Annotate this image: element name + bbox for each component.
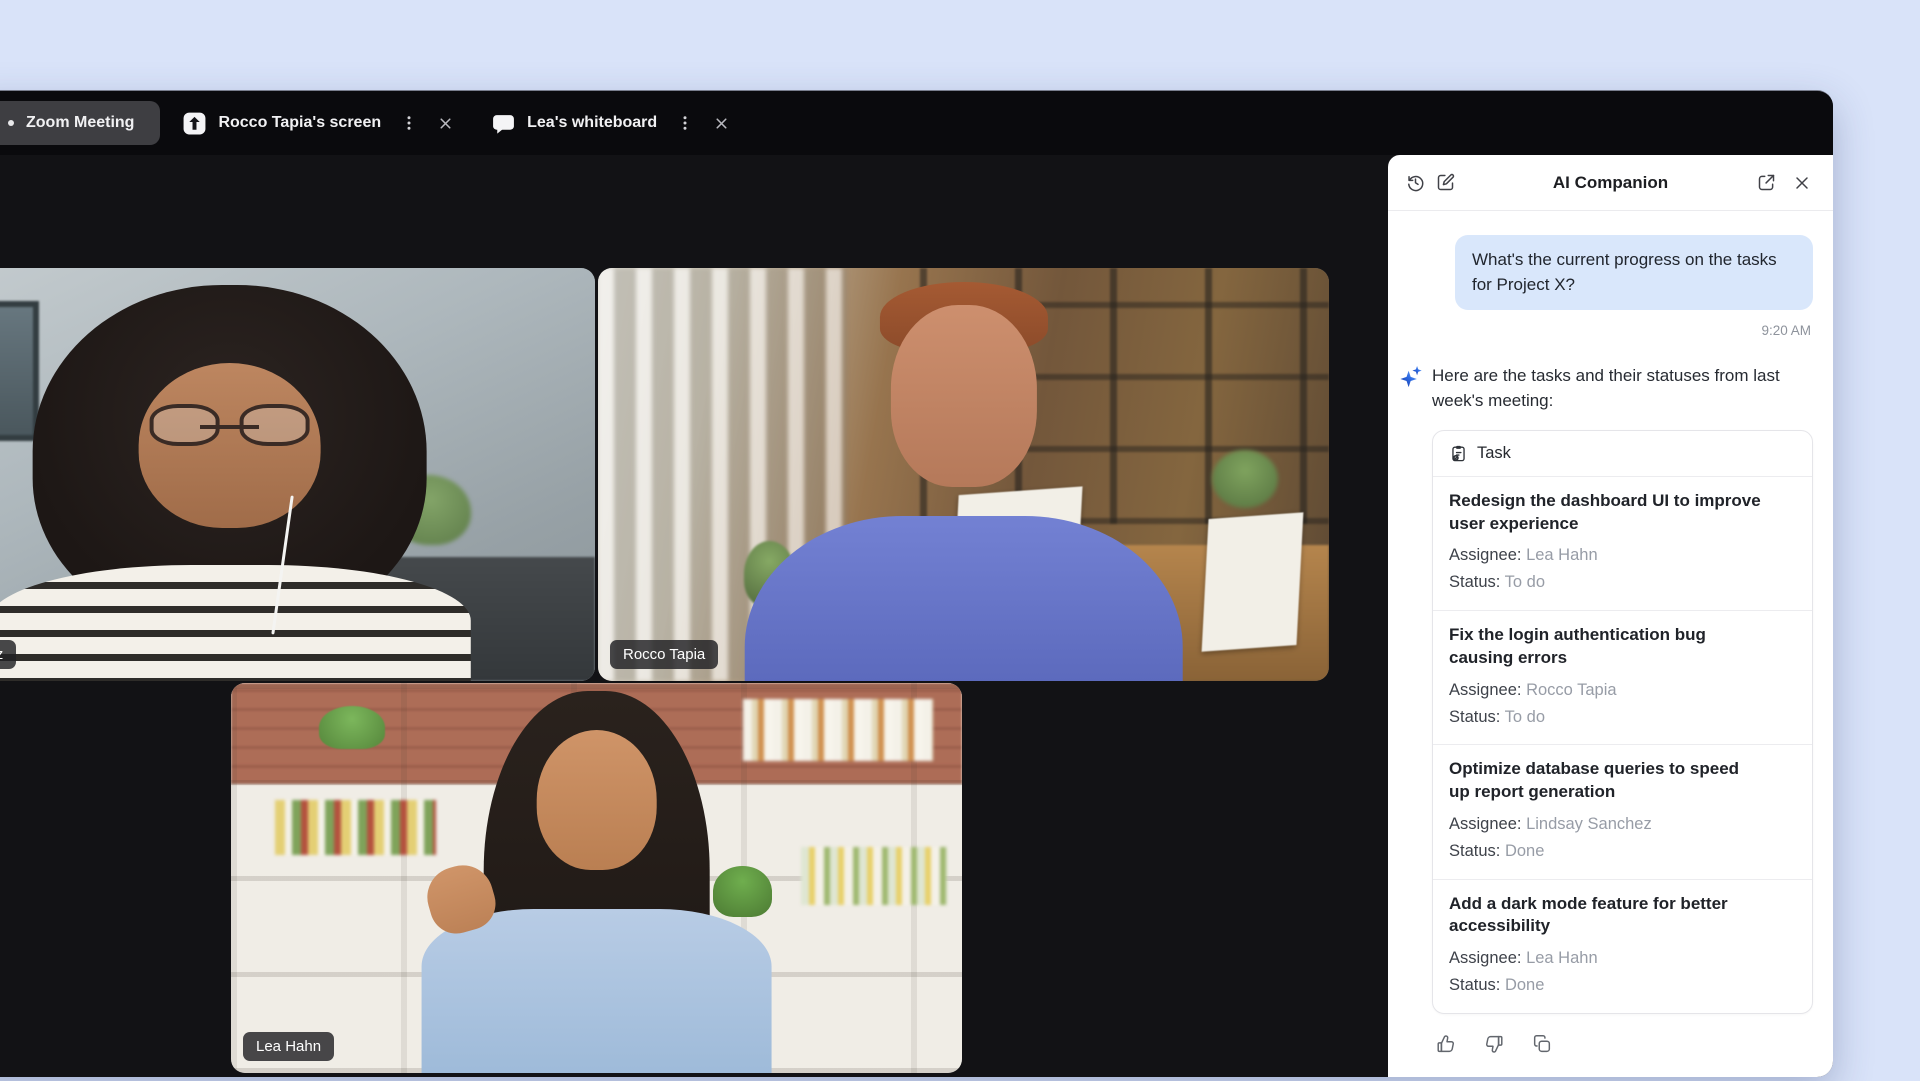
participant-name-badge: Rocco Tapia <box>610 640 718 669</box>
ai-response-text: Here are the tasks and their statuses fr… <box>1432 363 1784 413</box>
task-assignee-line: Assignee: Lea Hahn <box>1449 542 1796 569</box>
plant-decor <box>319 706 385 749</box>
tab-lea-whiteboard[interactable]: Lea's whiteboard <box>485 101 663 145</box>
task-assignee-line: Assignee: Lea Hahn <box>1449 945 1796 972</box>
task-item: Optimize database queries to speed up re… <box>1433 745 1812 879</box>
status-label: Status: <box>1449 708 1500 726</box>
assignee-value: Lea Hahn <box>1526 949 1598 967</box>
task-status-line: Status: Done <box>1449 838 1796 865</box>
participant-video-rocco: Rocco Tapia <box>598 268 1329 681</box>
participant-face <box>536 730 657 870</box>
participant-face <box>138 363 321 528</box>
books-decor <box>801 847 947 906</box>
task-title: Optimize database queries to speed up re… <box>1449 758 1761 804</box>
desktop: Zoom Meeting Rocco Tapia's screen <box>0 0 1920 1081</box>
wall-picture-frame <box>0 301 39 441</box>
task-assignee-line: Assignee: Lindsay Sanchez <box>1449 811 1796 838</box>
task-card-header: Task <box>1433 431 1812 477</box>
glasses-bridge <box>200 425 258 429</box>
status-label: Status: <box>1449 573 1500 591</box>
tab-group-lea-whiteboard: Lea's whiteboard <box>469 101 735 145</box>
zoom-app-window: Zoom Meeting Rocco Tapia's screen <box>0 90 1833 1077</box>
tab-lea-whiteboard-label: Lea's whiteboard <box>527 114 657 132</box>
floorplan-board-decor <box>1201 512 1303 652</box>
tab-rocco-screen-label: Rocco Tapia's screen <box>218 114 381 132</box>
participant-torso-striped-shirt <box>0 565 471 681</box>
ai-companion-panel: AI Companion What's the current progress… <box>1388 155 1833 1077</box>
task-assignee-line: Assignee: Rocco Tapia <box>1449 677 1796 704</box>
tab-zoom-meeting-label: Zoom Meeting <box>26 114 134 132</box>
assignee-value: Rocco Tapia <box>1526 681 1617 699</box>
tab-rocco-close-icon[interactable] <box>431 109 459 137</box>
task-title: Fix the login authentication bug causing… <box>1449 624 1761 670</box>
participant-torso-denim-shirt <box>421 909 772 1073</box>
task-item: Fix the login authentication bug causing… <box>1433 611 1812 745</box>
status-value: To do <box>1505 573 1545 591</box>
task-card-title: Task <box>1477 444 1511 463</box>
status-label: Status: <box>1449 842 1500 860</box>
screen-share-icon <box>182 111 207 136</box>
response-feedback-actions <box>1434 1032 1813 1056</box>
task-summary-card: Task Redesign the dashboard UI to improv… <box>1432 430 1813 1014</box>
task-item: Add a dark mode feature for better acces… <box>1433 880 1812 1013</box>
user-message-bubble: What's the current progress on the tasks… <box>1455 235 1813 310</box>
ai-response-row: Here are the tasks and their statuses fr… <box>1398 363 1813 413</box>
participant-name-badge: Lindsay Sanchez <box>0 640 16 669</box>
ai-panel-header-actions <box>1751 168 1817 198</box>
thumbs-down-icon[interactable] <box>1482 1032 1506 1056</box>
message-timestamp: 9:20 AM <box>1398 323 1811 338</box>
meeting-dot-icon <box>8 120 14 126</box>
tab-rocco-screen[interactable]: Rocco Tapia's screen <box>176 101 387 145</box>
task-status-line: Status: To do <box>1449 569 1796 596</box>
task-status-line: Status: Done <box>1449 972 1796 999</box>
tab-bar: Zoom Meeting Rocco Tapia's screen <box>0 91 1833 155</box>
ai-panel-header: AI Companion <box>1388 155 1833 211</box>
assignee-label: Assignee: <box>1449 546 1521 564</box>
assignee-label: Assignee: <box>1449 681 1521 699</box>
tab-group-rocco-screen: Rocco Tapia's screen <box>160 101 459 145</box>
task-status-line: Status: To do <box>1449 704 1796 731</box>
participant-torso-blue-shirt <box>744 516 1183 681</box>
task-title: Add a dark mode feature for better acces… <box>1449 893 1761 939</box>
whiteboard-icon <box>491 111 516 136</box>
tab-lea-options-icon[interactable] <box>671 109 699 137</box>
books-decor <box>275 800 436 855</box>
thumbs-up-icon[interactable] <box>1434 1032 1458 1056</box>
assignee-value: Lea Hahn <box>1526 546 1598 564</box>
copy-icon[interactable] <box>1530 1032 1554 1056</box>
status-label: Status: <box>1449 976 1500 994</box>
assignee-value: Lindsay Sanchez <box>1526 815 1652 833</box>
participant-face <box>890 305 1036 487</box>
tab-zoom-meeting[interactable]: Zoom Meeting <box>0 101 160 145</box>
books-decor <box>743 699 933 761</box>
participant-video-lea: Lea Hahn <box>231 683 962 1073</box>
pop-out-icon[interactable] <box>1751 168 1781 198</box>
assignee-label: Assignee: <box>1449 949 1521 967</box>
task-clipboard-icon <box>1449 444 1468 463</box>
ai-companion-sparkle-icon <box>1398 364 1424 390</box>
tab-lea-close-icon[interactable] <box>707 109 735 137</box>
close-panel-icon[interactable] <box>1787 168 1817 198</box>
participant-video-lindsay: Lindsay Sanchez <box>0 268 595 681</box>
task-title: Redesign the dashboard UI to improve use… <box>1449 490 1761 536</box>
plant-decor <box>713 866 771 917</box>
status-value: Done <box>1505 842 1544 860</box>
history-icon[interactable] <box>1400 168 1430 198</box>
new-chat-icon[interactable] <box>1430 168 1460 198</box>
assignee-label: Assignee: <box>1449 815 1521 833</box>
status-value: Done <box>1505 976 1544 994</box>
status-value: To do <box>1505 708 1545 726</box>
task-item: Redesign the dashboard UI to improve use… <box>1433 477 1812 611</box>
plant-decor <box>1212 450 1278 508</box>
tab-rocco-options-icon[interactable] <box>395 109 423 137</box>
participant-name-badge: Lea Hahn <box>243 1032 334 1061</box>
ai-chat-body: What's the current progress on the tasks… <box>1388 211 1833 1077</box>
